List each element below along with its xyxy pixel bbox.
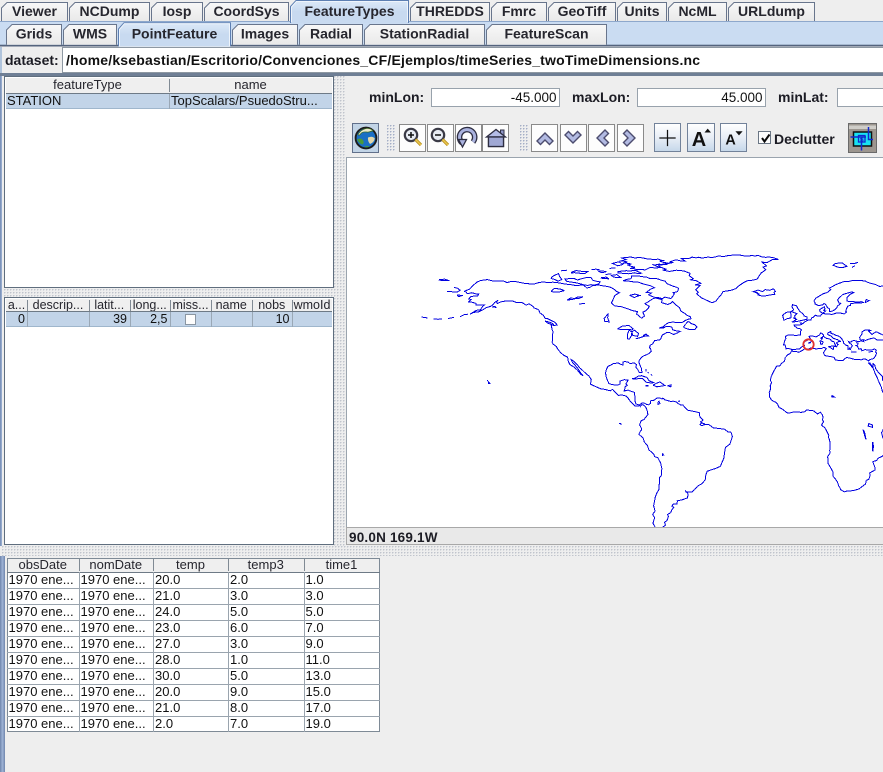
svg-text:NCDump: NCDump bbox=[80, 3, 140, 19]
svg-text:s: s bbox=[860, 134, 864, 143]
svg-text:A: A bbox=[692, 129, 706, 151]
svg-text:FeatureScan: FeatureScan bbox=[504, 26, 588, 42]
svg-text:Iosp: Iosp bbox=[163, 3, 192, 19]
svg-text:CoordSys: CoordSys bbox=[213, 3, 279, 19]
svg-text:Images: Images bbox=[241, 26, 289, 42]
svg-text:THREDDS: THREDDS bbox=[416, 3, 484, 19]
svg-text:URLdump: URLdump bbox=[738, 3, 805, 19]
svg-text:NcML: NcML bbox=[678, 3, 717, 19]
svg-text:Radial: Radial bbox=[310, 26, 352, 42]
svg-text:Viewer: Viewer bbox=[12, 3, 57, 19]
svg-text:WMS: WMS bbox=[73, 26, 107, 42]
svg-text:GeoTiff: GeoTiff bbox=[558, 3, 607, 19]
svg-text:PointFeature: PointFeature bbox=[132, 26, 218, 42]
svg-text:Fmrc: Fmrc bbox=[502, 3, 536, 19]
svg-text:Units: Units bbox=[625, 3, 660, 19]
svg-text:A: A bbox=[725, 132, 736, 148]
svg-text:FeatureTypes: FeatureTypes bbox=[305, 3, 395, 19]
svg-text:Grids: Grids bbox=[16, 26, 53, 42]
svg-text:StationRadial: StationRadial bbox=[380, 26, 469, 42]
